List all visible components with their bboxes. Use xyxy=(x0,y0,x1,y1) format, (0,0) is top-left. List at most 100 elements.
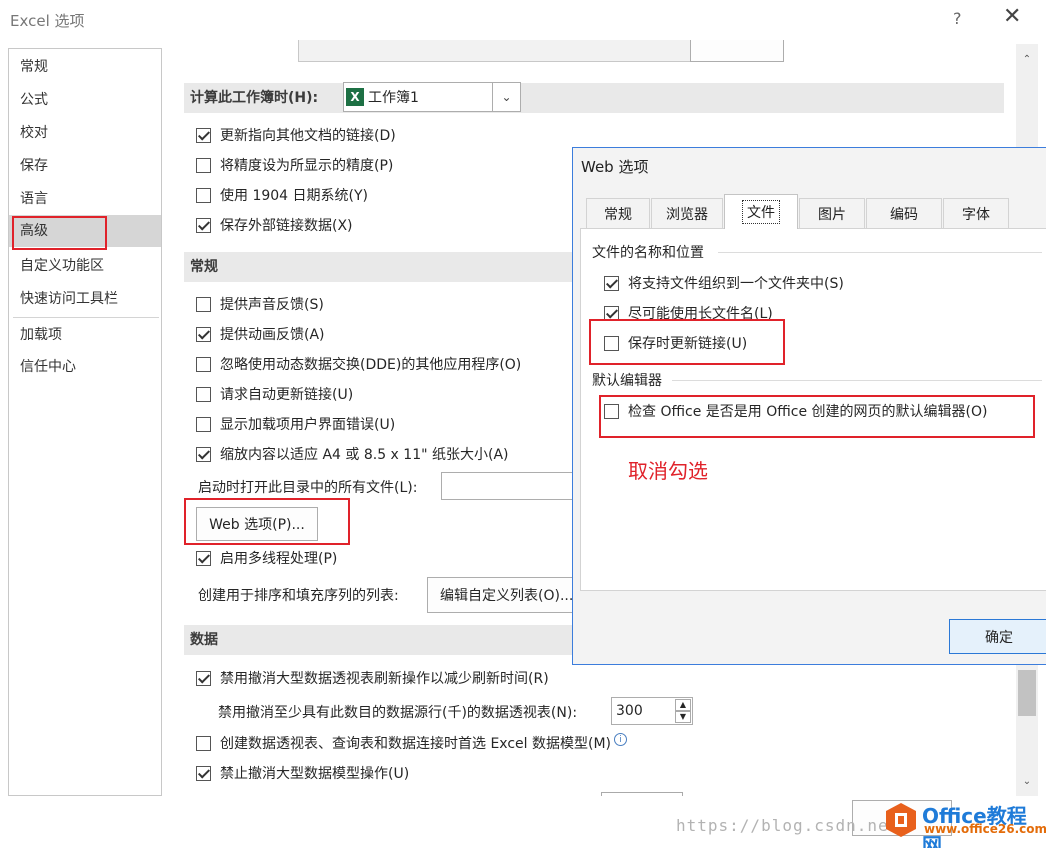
checkbox-row[interactable]: 更新指向其他文档的链接(D) xyxy=(196,124,396,146)
tab-browser[interactable]: 浏览器 xyxy=(651,198,723,228)
checkbox-row[interactable]: 忽略使用动态数据交换(DDE)的其他应用程序(O) xyxy=(196,353,521,375)
startup-folder-input[interactable] xyxy=(441,472,581,500)
workbook-select[interactable]: X 工作簿1 ⌄ xyxy=(343,82,521,112)
highlight-advanced xyxy=(12,216,107,250)
nav-item-general[interactable]: 常规 xyxy=(9,51,161,83)
checkbox-row[interactable]: 禁用撤消大型数据透视表刷新操作以减少刷新时间(R) xyxy=(196,667,549,689)
scroll-down-icon[interactable]: ⌄ xyxy=(1016,776,1038,787)
workbook-select-value: 工作簿1 xyxy=(368,90,419,106)
watermark-text: https://blog.csdn.net xyxy=(676,816,900,835)
checkbox[interactable] xyxy=(196,446,211,462)
tab-pictures[interactable]: 图片 xyxy=(799,198,865,228)
nav-item-formulas[interactable]: 公式 xyxy=(9,84,161,116)
checkbox-label: 将支持文件组织到一个文件夹中(S) xyxy=(628,276,844,292)
checkbox-label: 禁止撤消大型数据模型操作(U) xyxy=(220,766,410,782)
group-default-editor: 默认编辑器 xyxy=(592,373,662,389)
highlight-default-editor xyxy=(599,395,1035,438)
tab-label: 图片 xyxy=(818,206,846,223)
checkbox-label: 提供动画反馈(A) xyxy=(220,327,325,343)
close-button[interactable]: ✕ xyxy=(1003,4,1021,29)
checkbox[interactable] xyxy=(196,416,211,432)
data-header: 数据 xyxy=(190,632,218,648)
nav-item-proofing[interactable]: 校对 xyxy=(9,117,161,149)
nav-item-save[interactable]: 保存 xyxy=(9,150,161,182)
checkbox-row[interactable]: 使用 1904 日期系统(Y) xyxy=(196,184,368,206)
ok-button[interactable]: 确定 xyxy=(949,619,1046,654)
group-divider xyxy=(672,380,1042,381)
annotation-uncheck: 取消勾选 xyxy=(628,459,708,483)
info-icon: i xyxy=(614,732,627,746)
tab-label: 编码 xyxy=(890,206,918,223)
checkbox-row[interactable]: 禁止撤消大型数据模型操作(U) xyxy=(196,762,409,784)
dialog-title: Web 选项 xyxy=(581,158,649,176)
nav-item-addins[interactable]: 加载项 xyxy=(9,319,161,351)
scroll-up-icon[interactable]: ⌃ xyxy=(1016,54,1038,65)
checkbox[interactable] xyxy=(196,765,211,781)
checkbox-label: 显示加载项用户界面错误(U) xyxy=(220,417,396,433)
workbook-calc-label: 计算此工作簿时(H): xyxy=(190,90,319,106)
checkbox[interactable] xyxy=(196,735,211,751)
checkbox-row[interactable]: 请求自动更新链接(U) xyxy=(196,383,353,405)
checkbox-row[interactable]: 将精度设为所显示的精度(P) xyxy=(196,154,393,176)
tab-label: 浏览器 xyxy=(666,206,708,223)
nav-item-customize-ribbon[interactable]: 自定义功能区 xyxy=(9,250,161,282)
office-logo-icon xyxy=(884,802,918,838)
cut-off-button[interactable] xyxy=(690,40,784,62)
logo-url: www.office26.com xyxy=(924,822,1046,836)
tab-general[interactable]: 常规 xyxy=(586,198,650,228)
checkbox-row[interactable]: 创建数据透视表、查询表和数据连接时首选 Excel 数据模型(M) i xyxy=(196,732,627,754)
checkbox-label: 保存外部链接数据(X) xyxy=(220,218,353,234)
checkbox-row[interactable]: 将支持文件组织到一个文件夹中(S) xyxy=(604,272,844,294)
sort-list-label: 创建用于排序和填充序列的列表: xyxy=(198,588,399,604)
checkbox[interactable] xyxy=(196,157,211,173)
checkbox-label: 请求自动更新链接(U) xyxy=(220,387,354,403)
group-divider xyxy=(718,252,1042,253)
checkbox[interactable] xyxy=(196,296,211,312)
tab-encoding[interactable]: 编码 xyxy=(866,198,942,228)
edit-custom-lists-button[interactable]: 编辑自定义列表(O)... xyxy=(427,577,577,613)
stepper-down-icon[interactable]: ▼ xyxy=(675,711,691,723)
scrollbar-thumb[interactable] xyxy=(1018,670,1036,716)
checkbox-label: 创建数据透视表、查询表和数据连接时首选 Excel 数据模型(M) xyxy=(220,736,611,752)
checkbox-row[interactable]: 显示加载项用户界面错误(U) xyxy=(196,413,395,435)
excel-icon: X xyxy=(346,88,364,106)
help-button[interactable]: ? xyxy=(953,9,962,28)
nav-item-language[interactable]: 语言 xyxy=(9,183,161,215)
nav-item-quick-access[interactable]: 快速访问工具栏 xyxy=(9,283,161,315)
stepper-up-icon[interactable]: ▲ xyxy=(675,699,691,711)
startup-label: 启动时打开此目录中的所有文件(L): xyxy=(198,480,418,496)
nav-divider xyxy=(13,317,159,318)
checkbox[interactable] xyxy=(196,187,211,203)
checkbox[interactable] xyxy=(196,670,211,686)
pivot-rows-value: 300 xyxy=(616,703,643,719)
pivot-rows-label: 禁用撤消至少具有此数目的数据源行(千)的数据透视表(N): xyxy=(218,705,578,721)
checkbox[interactable] xyxy=(196,127,211,143)
general-header: 常规 xyxy=(190,259,218,275)
tab-label: 文件 xyxy=(742,200,780,224)
workbook-calc-section: 计算此工作簿时(H): xyxy=(184,83,1004,113)
checkbox[interactable] xyxy=(604,275,619,291)
highlight-web-options xyxy=(184,498,350,545)
checkbox[interactable] xyxy=(196,386,211,402)
checkbox-label: 忽略使用动态数据交换(DDE)的其他应用程序(O) xyxy=(220,357,522,373)
checkbox-label: 启用多线程处理(P) xyxy=(220,551,338,567)
checkbox-row[interactable]: 缩放内容以适应 A4 或 8.5 x 11" 纸张大小(A) xyxy=(196,443,509,465)
window-title: Excel 选项 xyxy=(10,12,85,30)
checkbox-label: 提供声音反馈(S) xyxy=(220,297,324,313)
pivot-rows-stepper[interactable]: 300 ▲ ▼ xyxy=(611,697,693,725)
checkbox[interactable] xyxy=(196,326,211,342)
tab-fonts[interactable]: 字体 xyxy=(943,198,1009,228)
checkbox-row[interactable]: 保存外部链接数据(X) xyxy=(196,214,353,236)
checkbox[interactable] xyxy=(196,356,211,372)
checkbox-label: 将精度设为所显示的精度(P) xyxy=(220,158,394,174)
checkbox[interactable] xyxy=(196,217,211,233)
title-bar: Excel 选项 ? ✕ xyxy=(0,0,1046,40)
cut-off-field xyxy=(601,792,683,796)
checkbox-row[interactable]: 启用多线程处理(P) xyxy=(196,547,337,569)
chevron-down-icon[interactable]: ⌄ xyxy=(492,83,520,111)
checkbox-row[interactable]: 提供声音反馈(S) xyxy=(196,293,324,315)
tab-files[interactable]: 文件 xyxy=(724,194,798,229)
checkbox[interactable] xyxy=(196,550,211,566)
nav-item-trust-center[interactable]: 信任中心 xyxy=(9,351,161,383)
checkbox-row[interactable]: 提供动画反馈(A) xyxy=(196,323,325,345)
